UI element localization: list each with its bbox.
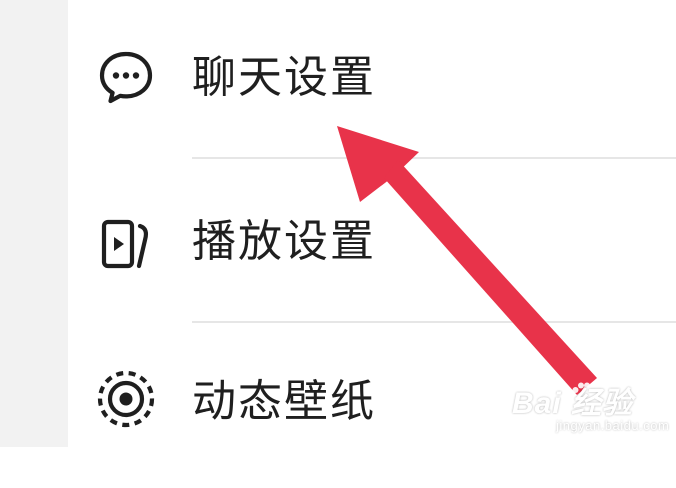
menu-item-label: 动态壁纸	[192, 376, 376, 427]
divider	[192, 157, 676, 159]
menu-item-chat-settings[interactable]: 聊天设置	[68, 0, 676, 164]
baidu-jingyan-watermark: Bai 经验 jingyan.baidu.com	[512, 372, 672, 442]
menu-item-label: 播放设置	[192, 216, 376, 267]
divider	[192, 321, 676, 323]
left-panel-edge	[0, 0, 68, 447]
watermark-brand: Bai 经验	[512, 387, 634, 420]
watermark-site: jingyan.baidu.com	[556, 418, 670, 433]
menu-item-playback-settings[interactable]: 播放设置	[68, 160, 676, 324]
live-wallpaper-icon	[96, 369, 156, 429]
playback-icon	[96, 216, 156, 276]
menu-item-label: 聊天设置	[192, 52, 376, 103]
chat-bubble-icon	[96, 48, 156, 108]
